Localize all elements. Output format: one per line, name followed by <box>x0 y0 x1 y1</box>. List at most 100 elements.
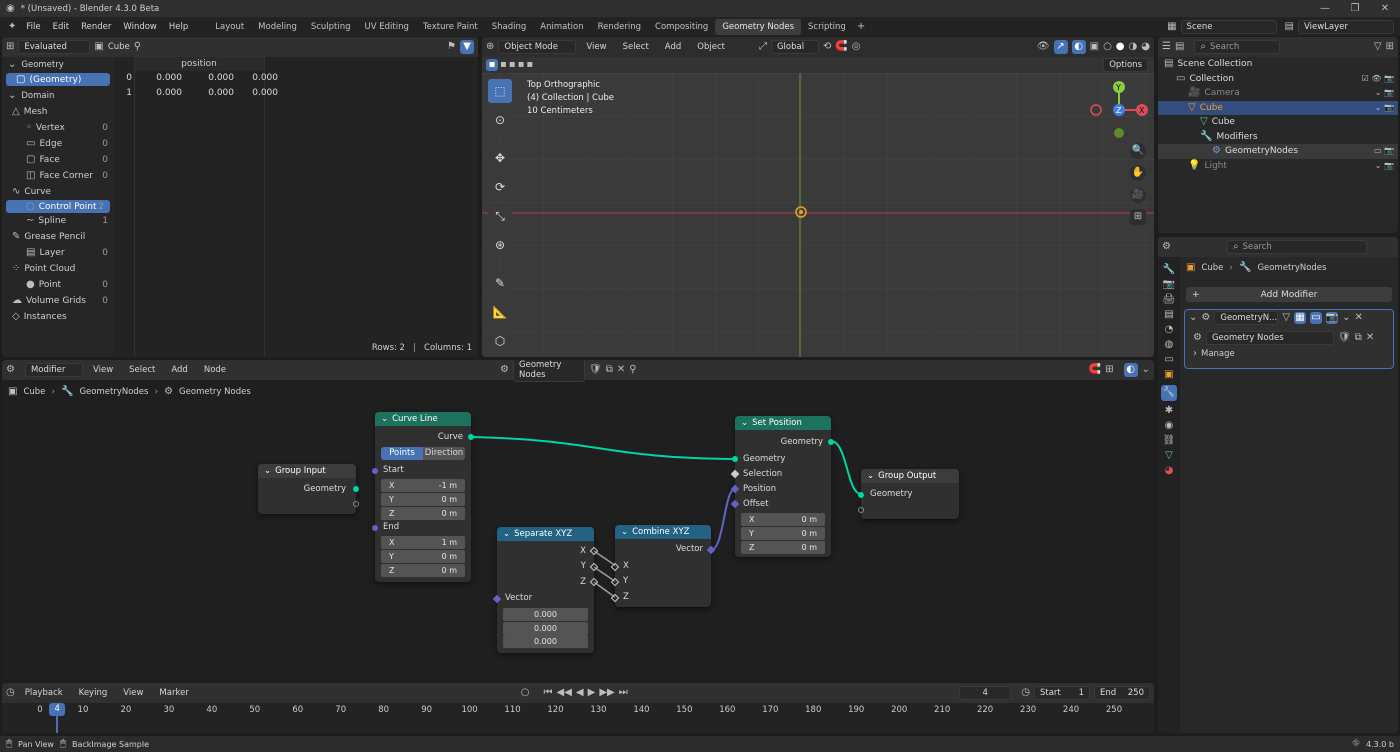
outliner-item-scene-collection[interactable]: ▤ Scene Collection <box>1158 57 1398 72</box>
select-invert-icon[interactable]: ▪ <box>518 60 525 70</box>
geometry-input-socket[interactable] <box>858 492 864 498</box>
visibility-toggles-icon[interactable]: ☑ 👁 📷 <box>1362 74 1394 83</box>
domain-item-spline[interactable]: ∼ Spline 1 <box>2 213 114 229</box>
fake-user-icon[interactable]: 🛡 <box>1338 333 1351 343</box>
collection-tab-icon[interactable]: ▭ <box>1164 355 1173 365</box>
new-collection-icon[interactable]: ⊞ <box>1386 42 1394 52</box>
particles-tab-icon[interactable]: ✱ <box>1165 406 1173 416</box>
ortho-grid-icon[interactable]: ⊞ <box>1130 209 1146 225</box>
domain-item-volume-grids[interactable]: ☁ Volume Grids 0 <box>2 293 114 309</box>
empty-input-socket[interactable] <box>858 507 864 513</box>
pin-icon[interactable]: ⚲ <box>134 42 141 52</box>
outliner-search[interactable]: ⌕ Search <box>1194 40 1281 54</box>
start-y-field[interactable]: Y0 m <box>381 493 465 506</box>
visibility-toggles-icon[interactable]: ⌄ 📷 <box>1375 161 1394 170</box>
viewport-menu-select[interactable]: Select <box>617 42 655 52</box>
collapse-icon[interactable]: ⌄ <box>503 529 510 539</box>
timeline-menu-view[interactable]: View <box>117 688 149 698</box>
cursor-tool-icon[interactable]: ⊙ <box>488 108 512 132</box>
outliner-item-geometry-nodes-modifier[interactable]: ⚙ GeometryNodes ▭ 📷 <box>1158 144 1398 159</box>
vector-x-field[interactable]: 0.000 <box>503 608 588 621</box>
wireframe-shading-icon[interactable]: ○ <box>1103 42 1112 52</box>
mode-points-button[interactable]: Points <box>381 447 423 460</box>
offset-z-field[interactable]: Z0 m <box>741 541 825 554</box>
editor-type-icon[interactable]: ☰ <box>1162 42 1171 52</box>
group-input-node[interactable]: ⌄ Group Input Geometry <box>258 464 359 514</box>
domain-item-curve[interactable]: ∿ Curve <box>2 184 114 200</box>
editor-type-icon[interactable]: ⊞ <box>6 42 14 52</box>
domain-item-layer[interactable]: ▤ Layer 0 <box>2 245 114 261</box>
menu-edit[interactable]: Edit <box>47 22 75 32</box>
geometry-item[interactable]: ▢ (Geometry) <box>6 73 110 86</box>
3d-viewport[interactable]: ⊕ Object Mode View Select Add Object ⤢ G… <box>482 37 1154 357</box>
select-extend-icon[interactable]: ▪ <box>500 60 507 70</box>
tab-uv-editing[interactable]: UV Editing <box>358 19 416 35</box>
editor-type-icon[interactable]: ⊕ <box>486 42 494 52</box>
jump-keyframe-forward-icon[interactable]: ▶▶ <box>599 688 614 698</box>
domain-item-point[interactable]: ● Point 0 <box>2 277 114 293</box>
object-tab-icon[interactable]: ▣ <box>1164 370 1173 380</box>
add-cube-tool-icon[interactable]: ⬡ <box>488 329 512 353</box>
viewport-toggle-icon[interactable]: ▭ <box>1310 312 1323 324</box>
editor-type-icon[interactable]: ⚙ <box>1162 242 1171 252</box>
view-layer-icon[interactable]: ▤ <box>1285 21 1294 32</box>
node-group-field[interactable]: Geometry Nodes <box>1205 331 1334 345</box>
geometry-output-socket[interactable] <box>828 439 834 445</box>
modifier-menu-icon[interactable]: ⌄ <box>1342 313 1350 323</box>
domain-item-grease-pencil[interactable]: ✎ Grease Pencil <box>2 229 114 245</box>
blender-menu-icon[interactable]: ✦ <box>8 21 16 32</box>
rotate-tool-icon[interactable]: ⟳ <box>488 175 512 199</box>
outliner-item-camera[interactable]: 🎥 Camera ⌄ 📷 <box>1158 86 1398 101</box>
jump-end-icon[interactable]: ⏭ <box>619 688 628 698</box>
collapse-icon[interactable]: ⌄ <box>264 466 271 476</box>
node-editor[interactable]: ⚙ Modifier View Select Add Node ⚙ Geomet… <box>2 360 1154 680</box>
data-tab-icon[interactable]: ▽ <box>1165 451 1173 461</box>
outliner-item-modifiers[interactable]: 🔧 Modifiers <box>1158 130 1398 145</box>
snap-icon[interactable]: 🧲 <box>835 42 847 52</box>
geometry-input-socket[interactable] <box>732 456 738 462</box>
select-intersect-icon[interactable]: ▪ <box>526 60 533 70</box>
domain-item-point-cloud[interactable]: ⁘ Point Cloud <box>2 261 114 277</box>
material-shading-icon[interactable]: ◑ <box>1129 42 1138 52</box>
view-layer-selector[interactable]: ViewLayer <box>1298 19 1394 34</box>
tab-scripting[interactable]: Scripting <box>801 19 853 35</box>
preview-range-icon[interactable]: ◷ <box>1021 688 1030 698</box>
collapse-icon[interactable]: ⌄ <box>8 91 16 101</box>
end-z-field[interactable]: Z0 m <box>381 564 465 577</box>
hand-pan-icon[interactable]: ✋ <box>1130 165 1146 181</box>
scene-selector[interactable]: Scene <box>1180 19 1277 34</box>
geometry-output-socket[interactable] <box>353 486 359 492</box>
start-z-field[interactable]: Z0 m <box>381 507 465 520</box>
filter-icon[interactable]: ▼ <box>460 40 474 54</box>
mode-direction-button[interactable]: Direction <box>423 447 465 460</box>
timeline-menu-playback[interactable]: Playback <box>19 688 69 698</box>
node-tree-icon[interactable]: ⚙ <box>1193 333 1202 343</box>
tab-modeling[interactable]: Modeling <box>251 19 304 35</box>
vector-y-field[interactable]: 0.000 <box>503 622 588 635</box>
modifier-name-field[interactable]: GeometryN... <box>1214 311 1279 325</box>
domain-item-face-corner[interactable]: ◫ Face Corner 0 <box>2 168 114 184</box>
output-tab-icon[interactable]: 🖨 <box>1163 295 1176 305</box>
combine-xyz-node[interactable]: ⌄ Combine XYZ Vector X Y Z <box>610 525 716 607</box>
menu-window[interactable]: Window <box>117 22 163 32</box>
menu-help[interactable]: Help <box>163 22 194 32</box>
proportional-edit-icon[interactable]: ◎ <box>852 42 861 52</box>
add-modifier-button[interactable]: + Add Modifier <box>1186 287 1392 302</box>
camera-view-icon[interactable]: 🎥 <box>1130 187 1146 203</box>
collapse-icon[interactable]: ⌄ <box>1189 313 1197 323</box>
timeline-menu-keying[interactable]: Keying <box>73 688 114 698</box>
unlink-icon[interactable]: ✕ <box>1366 333 1374 343</box>
editor-type-icon[interactable]: ◷ <box>6 688 15 698</box>
current-frame-field[interactable]: 4 <box>959 686 1012 700</box>
cage-toggle-icon[interactable]: ▦ <box>1294 312 1307 324</box>
visibility-toggles-icon[interactable]: ⌄ 📷 <box>1375 89 1394 97</box>
select-new-icon[interactable]: ▪ <box>486 59 498 71</box>
tab-compositing[interactable]: Compositing <box>648 19 715 35</box>
material-tab-icon[interactable]: ◕ <box>1165 466 1174 476</box>
timeline-ruler[interactable]: 0 10 20 30 40 50 60 70 80 90 100 110 120 130 140 150 160… <box>2 703 1154 733</box>
outliner-item-collection[interactable]: ▭ Collection ☑ 👁 📷 <box>1158 72 1398 87</box>
edit-mode-toggle-icon[interactable]: ▽ <box>1282 313 1290 323</box>
visibility-toggles-icon[interactable]: ⌄ 📷 <box>1375 103 1394 112</box>
manage-subpanel[interactable]: Manage <box>1201 349 1235 359</box>
offset-x-field[interactable]: X0 m <box>741 513 825 526</box>
